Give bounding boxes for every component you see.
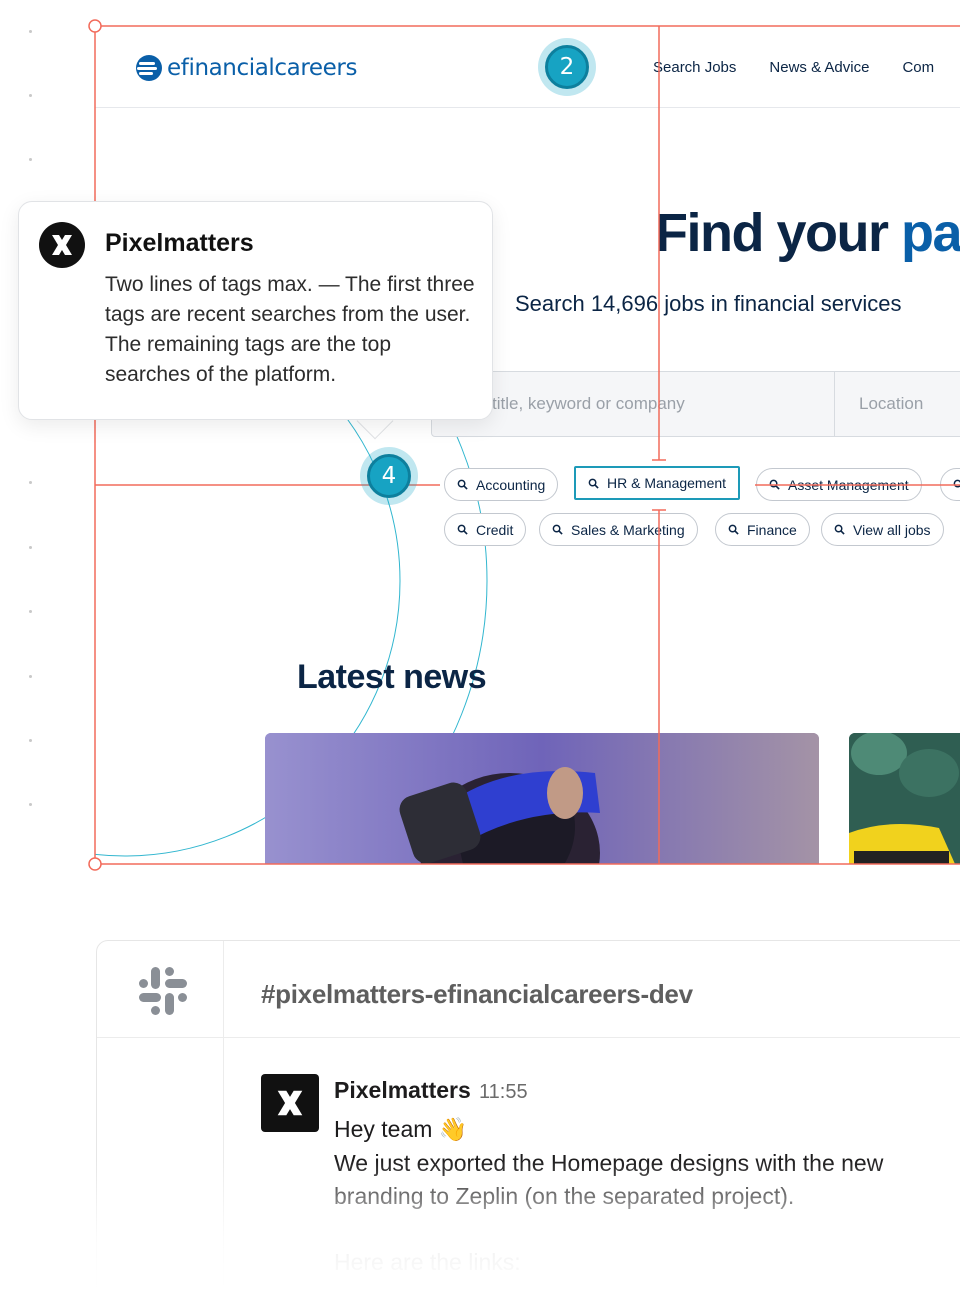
slack-icon — [139, 967, 187, 1015]
annotation-badge-2[interactable]: 2 — [538, 38, 596, 96]
badge-number: 4 — [367, 454, 411, 498]
tag-sales-marketing[interactable]: Sales & Marketing — [539, 513, 698, 546]
tooltip-author: Pixelmatters — [105, 229, 254, 257]
annotation-badge-4[interactable]: 4 — [360, 447, 418, 505]
search-icon — [457, 479, 468, 490]
vr-headset-illustration — [265, 733, 819, 864]
hero-title-main: Find your — [655, 203, 901, 263]
message-line: We just exported the Homepage designs wi… — [334, 1150, 884, 1176]
tag-credit[interactable]: Credit — [444, 513, 527, 546]
search-icon — [953, 479, 960, 488]
tooltip-text: Two lines of tags max. — The first three… — [105, 273, 475, 386]
tag-label: HR & Management — [607, 475, 727, 491]
pixelmatters-avatar — [39, 222, 85, 268]
pixelmatters-logo-icon — [277, 1090, 303, 1116]
hero-subtitle: Search 14,696 jobs in financial services — [515, 291, 902, 316]
message-line: branding to Zeplin (on the separated pro… — [334, 1183, 795, 1209]
tag-view-all-jobs[interactable]: View all jobs — [821, 513, 944, 546]
tag-asset-management[interactable]: Asset Management — [756, 468, 922, 501]
tag-label: View all jobs — [853, 521, 931, 538]
main-nav: Search Jobs News & Advice Com — [653, 59, 934, 76]
efinancialcareers-logo[interactable]: efinancialcareers — [135, 54, 357, 82]
tag-accounting[interactable]: Accounting — [444, 468, 559, 501]
tag-hr-management[interactable]: HR & Management — [574, 466, 741, 500]
news-card-plant-image[interactable] — [849, 733, 960, 864]
job-search-bar — [431, 371, 960, 437]
search-icon — [834, 524, 845, 535]
divider — [97, 1037, 960, 1038]
latest-news-heading: Latest news — [297, 658, 487, 696]
website-mockup: efinancialcareers Search Jobs News & Adv… — [95, 26, 960, 864]
tag-label: Asset Management — [788, 476, 909, 493]
plant-illustration — [849, 733, 960, 864]
annotation-tooltip: Pixelmatters Two lines of tags max. — Th… — [18, 201, 493, 420]
logo-wordmark: efinancialcareers — [167, 55, 358, 81]
location-input[interactable] — [834, 372, 960, 436]
efc-logo-icon — [136, 55, 162, 81]
divider — [223, 941, 224, 1291]
tag-partial[interactable] — [940, 468, 960, 501]
slack-channel-name[interactable]: #pixelmatters-efinancialcareers-dev — [261, 979, 693, 1010]
tag-label: Accounting — [476, 476, 546, 493]
tag-finance[interactable]: Finance — [715, 513, 810, 546]
search-icon — [552, 524, 563, 535]
nav-companies[interactable]: Com — [902, 59, 934, 76]
message-avatar[interactable] — [261, 1074, 319, 1132]
hero-title: Find your pa — [655, 202, 960, 264]
tag-label: Credit — [476, 521, 514, 538]
message-timestamp[interactable]: 11:55 — [479, 1081, 528, 1104]
search-icon — [457, 524, 468, 535]
site-header: efinancialcareers Search Jobs News & Adv… — [95, 26, 960, 108]
search-icon — [588, 478, 599, 489]
message-line: Here are the links: — [334, 1249, 521, 1275]
nav-news-advice[interactable]: News & Advice — [769, 59, 869, 76]
nav-search-jobs[interactable]: Search Jobs — [653, 59, 736, 76]
badge-number: 2 — [545, 45, 589, 89]
news-card-vr-image[interactable] — [265, 733, 819, 864]
wave-emoji-icon: 👋 — [438, 1116, 468, 1142]
hero-title-accent: pa — [900, 203, 960, 263]
message-author[interactable]: Pixelmatters — [334, 1077, 471, 1104]
tag-label: Sales & Marketing — [571, 521, 685, 538]
search-icon — [728, 524, 739, 535]
tag-label: Finance — [747, 521, 797, 538]
message-greeting: Hey team 👋 — [334, 1116, 467, 1143]
search-icon — [769, 479, 780, 490]
pixelmatters-logo-icon — [52, 235, 72, 255]
greeting-text: Hey team — [334, 1116, 433, 1142]
slack-message-card: #pixelmatters-efinancialcareers-dev Pixe… — [96, 940, 960, 1291]
